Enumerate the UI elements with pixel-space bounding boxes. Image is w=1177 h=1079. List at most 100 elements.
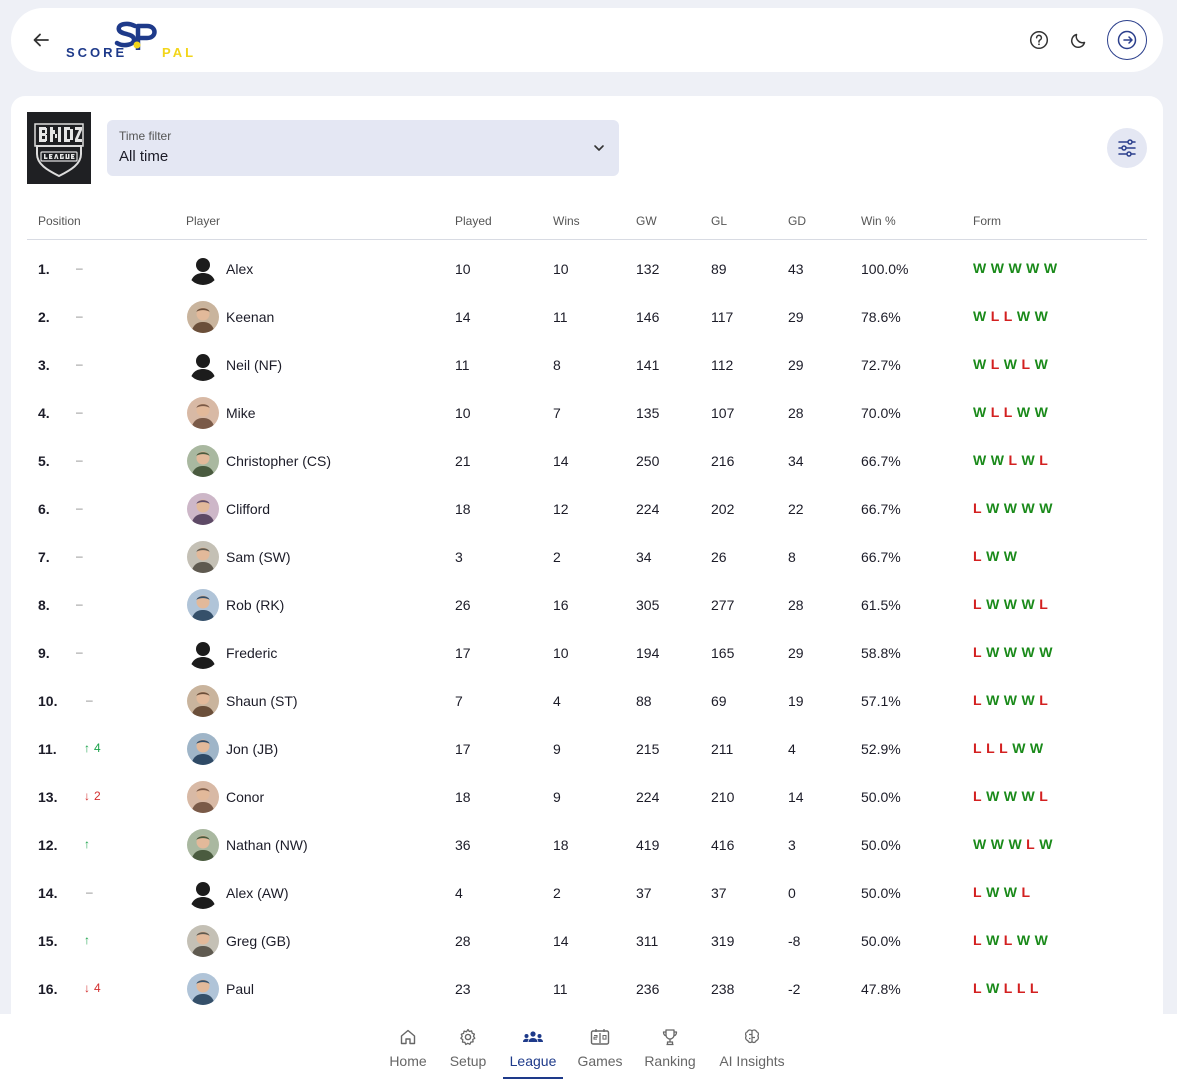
player-name[interactable]: Shaun (ST) [226,693,298,709]
player-name[interactable]: Frederic [226,645,277,661]
table-row[interactable]: 8. – Rob (RK) 26 16 305 277 28 61.5% L W W W L [27,581,1147,629]
row-position: 8. [38,597,50,613]
player-name[interactable]: Alex [226,261,253,277]
table-row[interactable]: 5. – Christopher (CS) 21 14 250 216 34 66.7% W W L W… [27,437,1147,485]
back-button[interactable] [29,28,53,52]
table-row[interactable]: 14. – Alex (AW) 4 2 37 37 0 50.0% L W W L [27,869,1147,917]
table-row[interactable]: 15. ↑ Greg (GB) 28 14 311 319 -8 50.0% L W L W W [27,917,1147,965]
form-win: W [990,260,1005,276]
player-name[interactable]: Neil (NF) [226,357,282,373]
cell-gw: 250 [636,453,660,469]
filter-options-button[interactable] [1107,128,1147,168]
nav-games[interactable]: Games [577,1014,623,1079]
cell-winpct: 100.0% [861,261,909,277]
player-name[interactable]: Jon (JB) [226,741,278,757]
player-name[interactable]: Sam (SW) [226,549,291,565]
player-name[interactable]: Clifford [226,501,270,517]
cell-gd: 28 [788,597,804,613]
form-win: W [1039,836,1053,852]
nav-ai-insights[interactable]: AI Insights [716,1014,788,1079]
form-loss: L [1039,596,1049,612]
col-header-player[interactable]: Player [186,214,220,228]
nav-home[interactable]: Home [386,1014,430,1079]
player-name[interactable]: Nathan (NW) [226,837,308,853]
player-name[interactable]: Christopher (CS) [226,453,331,469]
col-header-position[interactable]: Position [38,214,81,228]
time-filter-value: All time [119,148,169,165]
table-row[interactable]: 2. – Keenan 14 11 146 117 29 78.6% W L L W W [27,293,1147,341]
dark-mode-toggle[interactable] [1067,28,1091,52]
form-win: W [986,644,1000,660]
player-name[interactable]: Rob (RK) [226,597,284,613]
player-name[interactable]: Mike [226,405,256,421]
nav-ranking[interactable]: Ranking [640,1014,700,1079]
form-loss: L [973,596,983,612]
table-row[interactable]: 11. ↑ 4 Jon (JB) 17 9 215 211 4 52.9% L L L W W [27,725,1147,773]
form-loss: L [973,548,983,564]
table-row[interactable]: 6. – Clifford 18 12 224 202 22 66.7% L W W W W [27,485,1147,533]
col-header-played[interactable]: Played [455,214,492,228]
form-win: W [986,548,1000,564]
player-name[interactable]: Conor [226,789,264,805]
avatar [187,349,219,381]
position-change-value: 2 [94,789,101,803]
time-filter-select[interactable]: Time filter All time [107,120,619,176]
cell-winpct: 61.5% [861,597,901,613]
table-row[interactable]: 4. – Mike 10 7 135 107 28 70.0% W L L W W [27,389,1147,437]
nav-ranking-label: Ranking [644,1053,696,1069]
home-icon [396,1025,420,1049]
table-row[interactable]: 12. ↑ Nathan (NW) 36 18 419 416 3 50.0% W W W L W [27,821,1147,869]
player-name[interactable]: Greg (GB) [226,933,291,949]
col-header-gw[interactable]: GW [636,214,657,228]
table-row[interactable]: 16. ↓ 4 Paul 23 11 236 238 -2 47.8% L W L L L [27,965,1147,1013]
help-button[interactable] [1027,28,1051,52]
cell-winpct: 66.7% [861,501,901,517]
cell-played: 28 [455,933,471,949]
form-loss: L [1021,884,1031,900]
logout-button[interactable] [1107,20,1147,60]
col-header-form[interactable]: Form [973,214,1001,228]
table-row[interactable]: 3. – Neil (NF) 11 8 141 112 29 72.7% W L W L W [27,341,1147,389]
cell-gl: 210 [711,789,735,805]
cell-gw: 135 [636,405,660,421]
avatar [187,829,219,861]
player-name[interactable]: Keenan [226,309,274,325]
cell-gl: 165 [711,645,735,661]
avatar [187,973,219,1005]
form-sequence: LLLWW [973,740,1044,756]
top-app-bar: SCORE PAL [11,8,1163,72]
position-change: – [76,501,83,515]
cell-gw: 311 [636,933,659,949]
cell-gl: 69 [711,693,727,709]
form-loss: L [1003,308,1013,324]
cell-wins: 7 [553,405,561,421]
form-win: W [1003,644,1018,660]
cell-played: 14 [455,309,471,325]
form-win: W [1029,740,1044,756]
cell-played: 21 [455,453,471,469]
form-loss: L [1016,980,1026,996]
col-header-wins[interactable]: Wins [553,214,580,228]
nav-setup[interactable]: Setup [446,1014,490,1079]
table-row[interactable]: 13. ↓ 2 Conor 18 9 224 210 14 50.0% L W W W L [27,773,1147,821]
cell-gl: 89 [711,261,727,277]
form-loss: L [973,980,983,996]
position-change: – [76,309,83,323]
nav-league[interactable]: League [503,1014,563,1079]
table-row[interactable]: 7. – Sam (SW) 3 2 34 26 8 66.7% L W W [27,533,1147,581]
cell-gw: 224 [636,789,660,805]
row-position: 7. [38,549,50,565]
col-header-gd[interactable]: GD [788,214,806,228]
form-win: W [1034,356,1049,372]
position-change: – [86,885,93,899]
table-row[interactable]: 1. – Alex 10 10 132 89 43 100.0% W W W W W [27,245,1147,293]
col-header-gl[interactable]: GL [711,214,727,228]
player-name[interactable]: Alex (AW) [226,885,288,901]
cell-gl: 277 [711,597,735,613]
player-name[interactable]: Paul [226,981,254,997]
col-header-win-pct[interactable]: Win % [861,214,896,228]
table-row[interactable]: 9. – Frederic 17 10 194 165 29 58.8% L W W W W [27,629,1147,677]
table-row[interactable]: 10. – Shaun (ST) 7 4 88 69 19 57.1% L W W W L [27,677,1147,725]
avatar [187,925,219,957]
row-position: 2. [38,309,50,325]
